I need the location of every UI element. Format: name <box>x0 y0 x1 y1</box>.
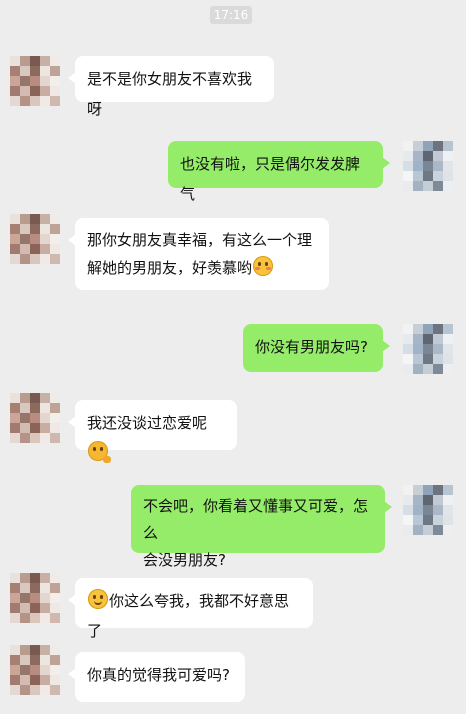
incoming-message-bubble[interactable]: 那你女朋友真幸福，有这么一个理 解她的男朋友，好羡慕哟 <box>68 218 329 290</box>
shy-face-icon <box>253 256 274 276</box>
my-avatar[interactable] <box>403 485 453 535</box>
my-avatar[interactable] <box>403 324 453 374</box>
message-text: 你没有男朋友吗? <box>255 338 368 356</box>
incoming-message-bubble[interactable]: 你真的觉得我可爱吗? <box>68 652 245 702</box>
contact-avatar[interactable] <box>10 573 60 623</box>
my-avatar[interactable] <box>403 141 453 191</box>
message-text: 是不是你女朋友不喜欢我呀 <box>87 70 253 118</box>
smiling-face-icon <box>88 589 108 609</box>
incoming-message-bubble[interactable]: 我还没谈过恋爱呢 <box>68 400 237 463</box>
outgoing-message-bubble[interactable]: 也没有啦，只是偶尔发发脾气 <box>168 141 390 203</box>
chat-area: 17:16 是不是你女朋友不喜欢我呀 也没有啦，只是偶尔发发脾气 那你女朋友真幸… <box>0 0 466 714</box>
contact-avatar[interactable] <box>10 214 60 264</box>
message-text: 你这么夸我，我都不好意思了 <box>87 592 290 640</box>
message-text-line: 那你女朋友真幸福，有这么一个理 <box>87 231 313 249</box>
incoming-message-bubble[interactable]: 你这么夸我，我都不好意思了 <box>68 578 313 640</box>
outgoing-message-bubble[interactable]: 你没有男朋友吗? <box>243 324 390 372</box>
incoming-message-bubble[interactable]: 是不是你女朋友不喜欢我呀 <box>68 56 274 118</box>
contact-avatar[interactable] <box>10 393 60 443</box>
message-text: 你真的觉得我可爱吗? <box>87 666 230 684</box>
outgoing-message-bubble[interactable]: 不会吧，你看着又懂事又可爱，怎么 会没男朋友? <box>131 485 392 569</box>
message-text: 也没有啦，只是偶尔发发脾气 <box>180 155 361 203</box>
contact-avatar[interactable] <box>10 645 60 695</box>
message-text-line: 不会吧，你看着又懂事又可爱，怎么 <box>143 497 369 542</box>
message-timestamp: 17:16 <box>210 6 252 24</box>
message-text-line: 会没男朋友? <box>143 551 226 569</box>
message-text-line: 解她的男朋友，好羡慕哟 <box>87 254 317 282</box>
message-text: 我还没谈过恋爱呢 <box>87 414 208 432</box>
message-text: 解她的男朋友，好羡慕哟 <box>87 259 253 277</box>
thinking-face-icon <box>88 441 111 463</box>
contact-avatar[interactable] <box>10 56 60 106</box>
